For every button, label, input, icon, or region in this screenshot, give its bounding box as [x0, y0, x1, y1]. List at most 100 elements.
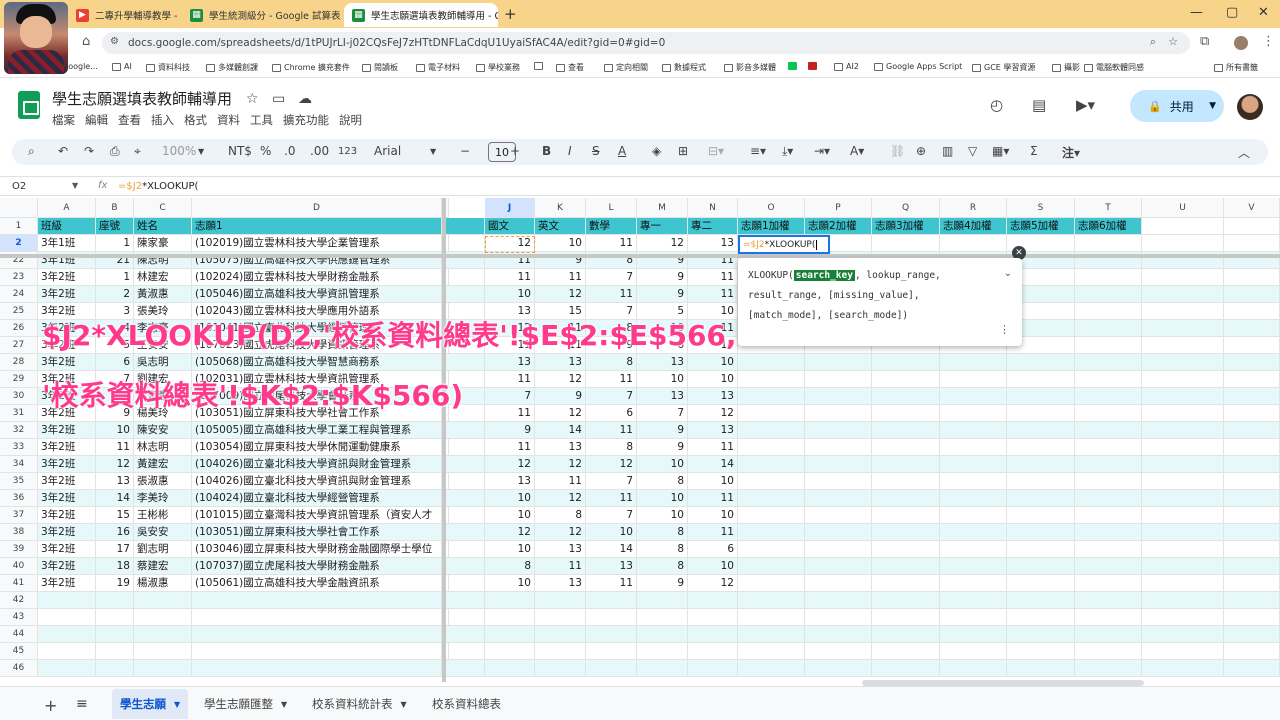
grid-cell[interactable]	[485, 643, 535, 660]
column-header-t[interactable]: T	[1075, 198, 1142, 218]
grid-cell[interactable]: 吳志明	[134, 354, 192, 371]
grid-cell[interactable]: 7	[637, 405, 688, 422]
grid-cell[interactable]	[586, 643, 637, 660]
column-header-k[interactable]: K	[535, 198, 586, 218]
grid-cell[interactable]: (105046)國立高雄科技大學資訊管理系	[192, 286, 442, 303]
grid-cell[interactable]: 9	[637, 575, 688, 592]
bold-icon[interactable]: B	[542, 144, 551, 158]
frozen-row-divider[interactable]	[0, 254, 1280, 258]
grid-cell[interactable]: 林志明	[134, 439, 192, 456]
grid-cell[interactable]: 15	[96, 507, 134, 524]
grid-cell[interactable]	[738, 507, 805, 524]
chevron-down-icon[interactable]: ▼	[174, 700, 180, 709]
grid-cell[interactable]: 11	[535, 269, 586, 286]
grid-cell[interactable]	[738, 575, 805, 592]
menu-extensions[interactable]: 擴充功能	[283, 112, 329, 128]
grid-cell[interactable]: (102019)國立雲林科技大學企業管理系	[192, 235, 442, 252]
grid-cell[interactable]: 11	[688, 269, 738, 286]
grid-cell[interactable]	[1224, 456, 1280, 473]
grid-cell[interactable]: 8	[637, 541, 688, 558]
grid-cell[interactable]: 8	[637, 473, 688, 490]
star-icon[interactable]: ☆	[246, 91, 259, 107]
grid-cell[interactable]	[446, 490, 485, 507]
move-folder-icon[interactable]: ▭	[272, 91, 285, 107]
name-box[interactable]: O2	[12, 181, 26, 192]
grid-cell[interactable]	[134, 643, 192, 660]
grid-cell[interactable]: 14	[586, 541, 637, 558]
grid-cell[interactable]	[805, 507, 872, 524]
bookmark-item[interactable]: 影音多媒體	[724, 62, 776, 73]
grid-cell[interactable]: 11	[688, 524, 738, 541]
grid-cell[interactable]: 志願3加權	[872, 218, 940, 235]
bookmark-item[interactable]: 電子材料	[416, 62, 460, 73]
grid-cell[interactable]: 12	[637, 235, 688, 252]
grid-cell[interactable]	[1142, 422, 1224, 439]
grid-cell[interactable]	[1142, 303, 1224, 320]
grid-cell[interactable]	[1142, 541, 1224, 558]
grid-cell[interactable]: 陳家豪	[134, 235, 192, 252]
grid-cell[interactable]	[446, 269, 485, 286]
merge-cells-icon[interactable]: ⊟▾	[708, 144, 724, 158]
grid-cell[interactable]	[940, 490, 1007, 507]
grid-cell[interactable]: 19	[96, 575, 134, 592]
grid-cell[interactable]	[1224, 439, 1280, 456]
grid-cell[interactable]: 12	[535, 286, 586, 303]
bookmark-item[interactable]	[534, 62, 546, 70]
grid-cell[interactable]	[1075, 660, 1142, 677]
grid-cell[interactable]: 10	[586, 524, 637, 541]
text-wrap-icon[interactable]: ⇥▾	[814, 144, 830, 158]
grid-cell[interactable]	[805, 660, 872, 677]
grid-cell[interactable]: 12	[485, 456, 535, 473]
column-header-b[interactable]: B	[96, 198, 134, 218]
grid-cell[interactable]	[1224, 592, 1280, 609]
grid-cell[interactable]: 7	[586, 507, 637, 524]
grid-cell[interactable]	[446, 524, 485, 541]
grid-cell[interactable]	[1075, 286, 1142, 303]
grid-cell[interactable]	[1007, 609, 1075, 626]
grid-cell[interactable]: 13	[688, 422, 738, 439]
grid-cell[interactable]	[738, 490, 805, 507]
grid-cell[interactable]: 9	[637, 286, 688, 303]
grid-cell[interactable]	[1224, 643, 1280, 660]
sheet-tab-0[interactable]: 學生志願 ▼	[112, 689, 189, 719]
grid-cell[interactable]: 14	[688, 456, 738, 473]
chevron-down-icon[interactable]: ▼	[198, 147, 204, 156]
grid-cell[interactable]: 2	[96, 286, 134, 303]
grid-cell[interactable]	[872, 609, 940, 626]
avatar[interactable]	[1237, 94, 1263, 120]
grid-cell[interactable]	[940, 541, 1007, 558]
browser-tab-3[interactable]: ▦ 學生志願選填表教師輔導用 - G ✕	[344, 3, 498, 27]
grid-cell[interactable]	[446, 575, 485, 592]
grid-cell[interactable]: 志願1	[192, 218, 442, 235]
bookmark-item[interactable]: Google Apps Script	[874, 62, 962, 71]
row-header[interactable]: 32	[0, 422, 38, 439]
grid-cell[interactable]	[940, 439, 1007, 456]
row-header[interactable]: 34	[0, 456, 38, 473]
grid-cell[interactable]	[1075, 558, 1142, 575]
grid-cell[interactable]	[1224, 269, 1280, 286]
row-header[interactable]: 44	[0, 626, 38, 643]
grid-cell[interactable]	[872, 456, 940, 473]
frozen-column-divider[interactable]	[442, 198, 446, 682]
grid-cell[interactable]	[1075, 490, 1142, 507]
grid-cell[interactable]	[1224, 337, 1280, 354]
grid-cell[interactable]	[940, 456, 1007, 473]
menu-insert[interactable]: 插入	[151, 112, 174, 128]
grid-cell[interactable]	[940, 592, 1007, 609]
grid-cell[interactable]: 志願5加權	[1007, 218, 1075, 235]
grid-cell[interactable]	[940, 575, 1007, 592]
grid-cell[interactable]	[1224, 405, 1280, 422]
column-header-d[interactable]: D	[192, 198, 442, 218]
grid-cell[interactable]	[1007, 456, 1075, 473]
grid-cell[interactable]: 張淑惠	[134, 473, 192, 490]
grid-cell[interactable]: 13	[485, 473, 535, 490]
grid-cell[interactable]: 6	[688, 541, 738, 558]
grid-cell[interactable]	[134, 626, 192, 643]
grid-cell[interactable]	[738, 456, 805, 473]
grid-cell[interactable]	[688, 609, 738, 626]
grid-cell[interactable]: (103051)國立屏東科技大學社會工作系	[192, 524, 442, 541]
row-header[interactable]: 41	[0, 575, 38, 592]
grid-cell[interactable]	[805, 388, 872, 405]
grid-cell[interactable]	[1142, 286, 1224, 303]
bookmark-item[interactable]: Chrome 擴充套件	[272, 62, 350, 73]
